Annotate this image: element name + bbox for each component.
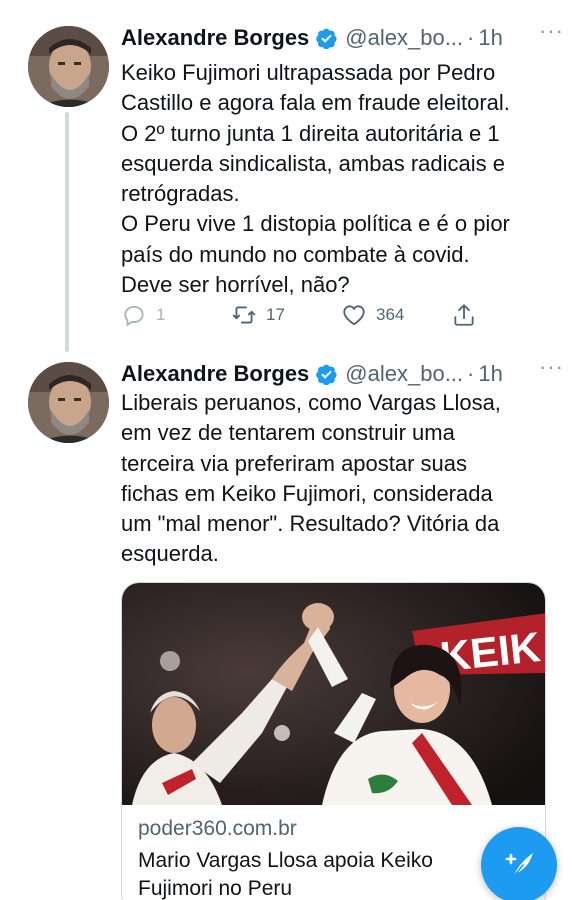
heart-icon	[343, 305, 365, 326]
more-options-icon[interactable]: ···	[539, 356, 564, 378]
tweet-header: Alexandre Borges @alex_bo... · 1h	[121, 358, 561, 390]
reply-button[interactable]: 1	[121, 302, 165, 328]
compose-tweet-button[interactable]	[481, 827, 557, 900]
verified-badge-icon	[316, 364, 337, 385]
avatar[interactable]	[28, 26, 109, 107]
tweet-timestamp[interactable]: 1h	[478, 361, 502, 387]
tweet-timestamp[interactable]: 1h	[478, 25, 502, 51]
timeline: Alexandre Borges @alex_bo... · 1h ··· Ke…	[0, 0, 574, 900]
share-button[interactable]	[451, 302, 477, 328]
link-preview-body: poder360.com.br Mario Vargas Llosa apoia…	[138, 815, 538, 900]
tweet-text-line: Deve ser horrível, não?	[121, 272, 350, 298]
tweet-text-line: esquerda.	[121, 541, 219, 567]
link-preview-image: KEIK	[122, 583, 545, 805]
tweet-text: Liberais peruanos, como Vargas Llosa, em…	[121, 388, 541, 570]
compose-tweet-icon	[505, 853, 533, 878]
link-title-line: Mario Vargas Llosa apoia Keiko	[138, 849, 433, 872]
author-name[interactable]: Alexandre Borges	[121, 361, 309, 387]
header-separator: ·	[467, 25, 475, 50]
tweet-text: Keiko Fujimori ultrapassada por Pedro Ca…	[121, 58, 541, 300]
verified-badge-icon	[316, 28, 337, 49]
tweet-text-line: esquerda sindicalista, ambas radicais e	[121, 150, 505, 176]
link-domain: poder360.com.br	[138, 817, 297, 840]
avatar[interactable]	[28, 362, 109, 443]
author-handle[interactable]: @alex_bo...	[345, 25, 463, 51]
retweet-count: 17	[266, 305, 285, 324]
author-name[interactable]: Alexandre Borges	[121, 25, 309, 51]
tweet-actions: 1 17 364	[121, 302, 481, 332]
more-options-icon[interactable]: ···	[539, 20, 564, 42]
link-title-line: Fujimori no Peru	[138, 877, 293, 900]
tweet-text-line: Castillo e agora fala em fraude eleitora…	[121, 90, 510, 116]
tweet-header: Alexandre Borges @alex_bo... · 1h	[121, 22, 561, 54]
tweet-text-line: O 2º turno junta 1 direita autoritária e…	[121, 120, 500, 146]
reply-count: 1	[156, 305, 166, 324]
thread-connector-line	[65, 112, 69, 352]
link-title: Mario Vargas Llosa apoia Keiko Fujimori …	[138, 847, 538, 900]
tweet-text-line: um "mal menor". Resultado? Vitória da	[121, 511, 500, 537]
like-count: 364	[376, 305, 405, 324]
tweet-text-line: país do mundo no combate à covid.	[121, 241, 470, 267]
retweet-button[interactable]: 17	[231, 302, 285, 328]
header-separator: ·	[467, 361, 475, 386]
reply-icon	[124, 305, 144, 327]
tweet-text-line: fichas em Keiko Fujimori, considerada	[121, 480, 493, 506]
tweet-text-line: Keiko Fujimori ultrapassada por Pedro	[121, 60, 496, 85]
share-icon	[454, 304, 474, 326]
tweet-text-line: Liberais peruanos, como Vargas Llosa,	[121, 390, 501, 415]
retweet-icon	[232, 306, 256, 324]
tweet-text-line: em vez de tentarem construir uma	[121, 420, 455, 446]
author-handle[interactable]: @alex_bo...	[345, 361, 463, 387]
tweet-text-line: O Peru vive 1 distopia política e é o pi…	[121, 211, 510, 237]
tweet-text-line: retrógradas.	[121, 181, 240, 207]
tweet-text-line: terceira via preferiram apostar suas	[121, 450, 468, 476]
like-button[interactable]: 364	[341, 302, 404, 328]
